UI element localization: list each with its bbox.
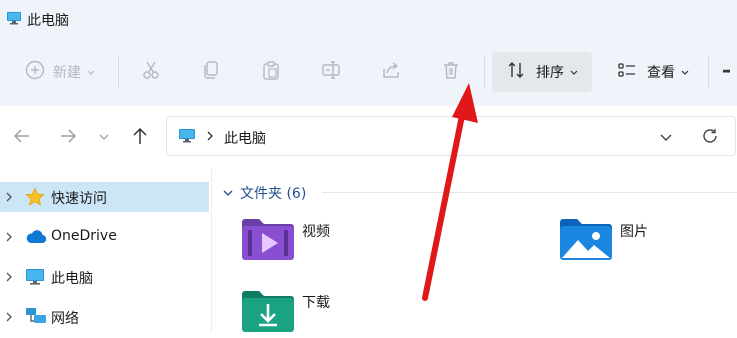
new-button-label: 新建 — [53, 65, 81, 81]
monitor-icon — [6, 10, 22, 30]
new-button[interactable]: 新建 — [18, 52, 102, 92]
monitor-icon — [178, 128, 196, 148]
scissors-icon — [141, 60, 161, 84]
chevron-down-icon — [222, 187, 234, 203]
plus-circle-icon — [25, 60, 45, 84]
navigation-pane: 快速访问 OneDrive 此电脑 网络 — [0, 176, 212, 333]
folder-label: 视频 — [302, 224, 330, 240]
sidebar-item-onedrive[interactable]: OneDrive — [0, 222, 209, 252]
chevron-right-icon[interactable] — [5, 231, 13, 247]
folder-label: 下载 — [302, 295, 330, 311]
more-options-label: ··· — [721, 64, 732, 80]
clipboard-icon — [261, 60, 281, 84]
up-arrow-icon[interactable] — [130, 126, 150, 150]
back-arrow-icon[interactable] — [12, 126, 32, 150]
paste-button[interactable] — [256, 52, 286, 92]
sidebar-item-label: 此电脑 — [51, 271, 93, 287]
forward-arrow-icon[interactable] — [58, 126, 78, 150]
pane-splitter[interactable] — [211, 168, 212, 333]
sidebar-item-quick-access[interactable]: 快速访问 — [0, 182, 209, 212]
chevron-down-icon — [87, 64, 95, 80]
address-bar[interactable]: 此电脑 — [166, 116, 736, 156]
videos-folder-icon — [240, 216, 296, 266]
breadcrumb-chevron-icon[interactable] — [206, 130, 214, 146]
view-button[interactable]: 查看 — [608, 52, 698, 92]
more-options-button[interactable]: ··· — [714, 52, 736, 92]
group-divider — [322, 192, 737, 193]
copy-icon — [201, 60, 221, 84]
trash-icon — [441, 60, 461, 84]
pictures-folder-icon — [558, 216, 614, 266]
sidebar-item-label: 网络 — [51, 311, 79, 327]
toolbar-separator — [708, 56, 709, 88]
delete-button[interactable] — [436, 52, 466, 92]
window-title: 此电脑 — [27, 13, 69, 29]
folder-videos[interactable]: 视频 — [238, 214, 358, 264]
breadcrumb-current[interactable]: 此电脑 — [224, 128, 266, 148]
monitor-icon — [25, 267, 45, 291]
chevron-right-icon[interactable] — [5, 271, 13, 287]
sidebar-item-network[interactable]: 网络 — [0, 302, 209, 332]
star-icon — [25, 187, 45, 211]
copy-button[interactable] — [196, 52, 226, 92]
toolbar-separator — [118, 56, 119, 88]
sidebar-item-this-pc[interactable]: 此电脑 — [0, 262, 209, 292]
list-view-icon — [617, 60, 637, 84]
cloud-icon — [25, 227, 47, 251]
recent-locations-chevron-icon[interactable] — [98, 130, 110, 146]
chevron-down-icon — [681, 64, 689, 80]
folder-pictures[interactable]: 图片 — [556, 214, 676, 264]
group-label: 文件夹 (6) — [240, 186, 307, 202]
network-icon — [25, 307, 47, 331]
command-bar: 新建 排序 查看 ··· — [0, 38, 737, 106]
address-history-chevron-icon[interactable] — [659, 131, 673, 147]
folder-label: 图片 — [620, 224, 648, 240]
share-icon — [381, 60, 401, 84]
cut-button[interactable] — [136, 52, 166, 92]
chevron-right-icon[interactable] — [5, 191, 13, 207]
title-bar: 此电脑 — [0, 0, 737, 38]
folder-downloads[interactable]: 下载 — [238, 284, 358, 333]
sort-icon — [506, 60, 526, 84]
sort-button-label: 排序 — [536, 65, 564, 81]
sidebar-item-label: 快速访问 — [51, 191, 107, 207]
view-button-label: 查看 — [647, 65, 675, 81]
rename-icon — [321, 60, 341, 84]
chevron-right-icon[interactable] — [5, 311, 13, 327]
share-button[interactable] — [376, 52, 406, 92]
rename-button[interactable] — [316, 52, 346, 92]
sort-button[interactable]: 排序 — [492, 52, 592, 92]
downloads-folder-icon — [240, 288, 296, 338]
chevron-down-icon — [570, 64, 578, 80]
toolbar-separator — [484, 56, 485, 88]
refresh-icon[interactable] — [701, 127, 719, 149]
sidebar-item-label: OneDrive — [51, 228, 117, 244]
